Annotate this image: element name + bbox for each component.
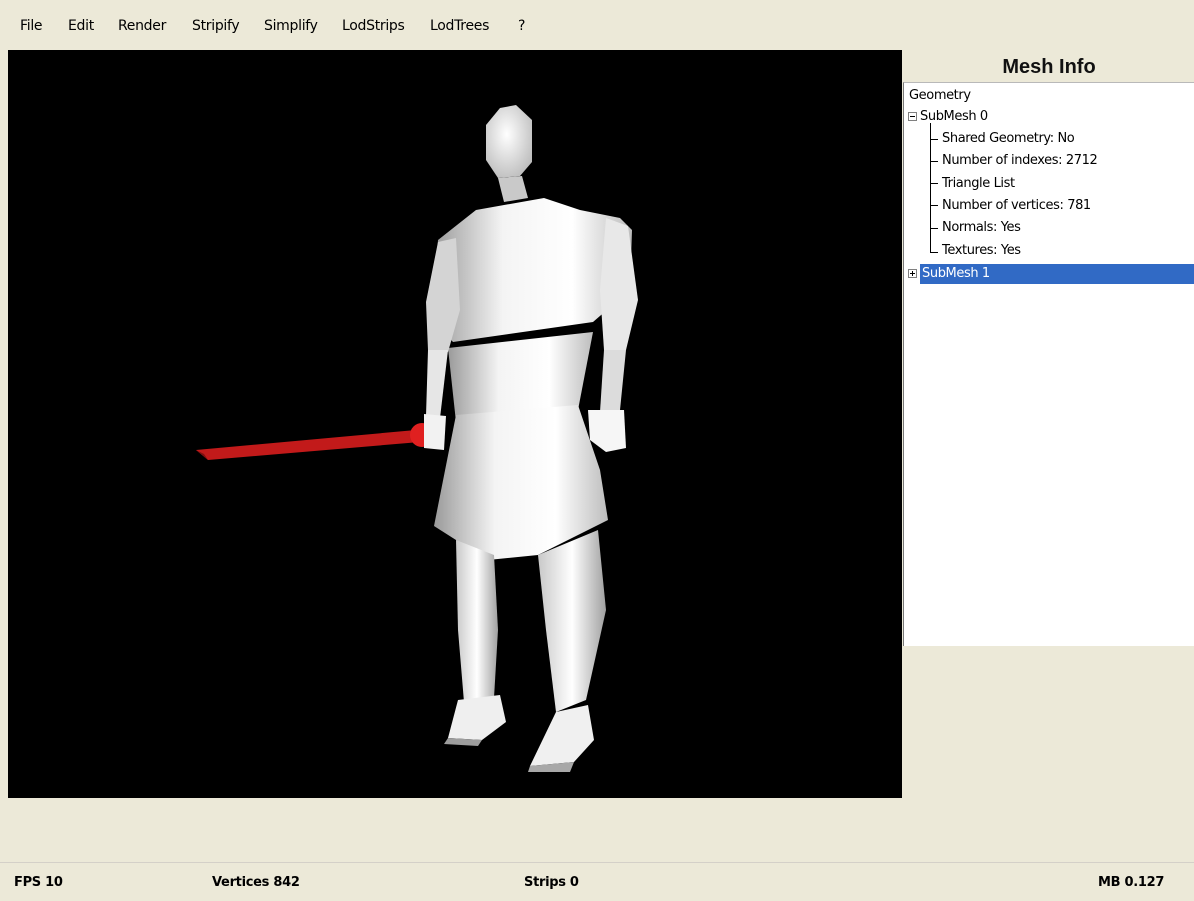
menu-help[interactable]: ?	[518, 18, 525, 34]
mesh-model	[196, 105, 638, 772]
status-vertices: Vertices 842	[212, 875, 300, 890]
render-viewport[interactable]	[8, 50, 902, 798]
collapse-icon[interactable]	[908, 112, 917, 121]
legs	[456, 530, 606, 712]
status-strips: Strips 0	[524, 875, 579, 890]
tree-item-triangle-list[interactable]: Triangle List	[942, 174, 1015, 194]
status-fps: FPS 10	[14, 875, 63, 890]
menu-stripify[interactable]: Stripify	[192, 18, 240, 34]
tree-item-submesh-1[interactable]: SubMesh 1	[920, 264, 1194, 284]
tree-item-number-of-vertices[interactable]: Number of vertices: 781	[942, 196, 1091, 216]
sword	[196, 423, 434, 460]
feet	[444, 695, 594, 772]
tree-line	[930, 252, 938, 253]
tree-item-normals[interactable]: Normals: Yes	[942, 218, 1021, 238]
tree-line	[930, 183, 938, 184]
tree-item-shared-geometry[interactable]: Shared Geometry: No	[942, 129, 1075, 149]
right-arm	[424, 238, 460, 450]
menu-render[interactable]: Render	[118, 18, 166, 34]
status-bar: FPS 10 Vertices 842 Strips 0 MB 0.127	[0, 862, 1194, 901]
tree-item-number-of-indexes[interactable]: Number of indexes: 2712	[942, 151, 1098, 171]
menu-bar: File Edit Render Stripify Simplify LodSt…	[0, 0, 1194, 50]
tree-line	[930, 205, 938, 206]
menu-file[interactable]: File	[20, 18, 43, 34]
mesh-info-tree[interactable]: Geometry SubMesh 0 Shared Geometry: No N…	[903, 82, 1194, 646]
menu-lodstrips[interactable]: LodStrips	[342, 18, 405, 34]
expand-icon[interactable]	[908, 269, 917, 278]
panel-title: Mesh Info	[1002, 56, 1096, 78]
menu-edit[interactable]: Edit	[68, 18, 94, 34]
tree-line	[930, 123, 931, 253]
tree-item-textures[interactable]: Textures: Yes	[942, 241, 1021, 261]
tree-line	[930, 161, 938, 162]
status-memory: MB 0.127	[1098, 875, 1165, 890]
menu-simplify[interactable]: Simplify	[264, 18, 318, 34]
tree-line	[930, 139, 938, 140]
menu-lodtrees[interactable]: LodTrees	[430, 18, 489, 34]
tree-line	[930, 228, 938, 229]
head	[486, 105, 532, 202]
tree-root-geometry[interactable]: Geometry	[909, 86, 971, 106]
